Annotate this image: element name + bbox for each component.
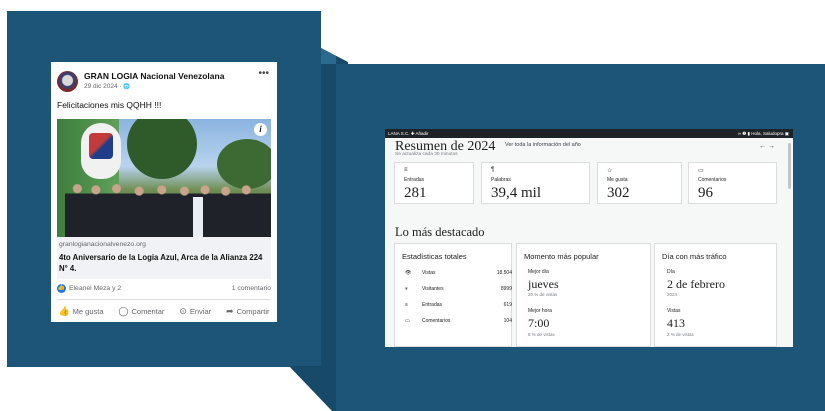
row-value: 619 — [503, 302, 512, 308]
people-icon: ⩔ — [405, 286, 408, 292]
totals-box: Estadísticas totales 👁 Vistas 18.504 ⩔ V… — [394, 243, 512, 347]
photo-emblem — [81, 123, 121, 179]
stat-label: Comentarios — [698, 177, 727, 183]
star-icon: ☆ — [607, 168, 613, 174]
stat-label: Entradas — [404, 177, 425, 183]
stat-label: Palabras — [491, 177, 511, 183]
post-actions: 👍 Me gusta ◯ Comentar ⊙ Enviar ➦ Compartir — [51, 304, 277, 318]
row-label: Entradas — [422, 302, 443, 308]
period-nav-arrows[interactable]: ← → — [759, 143, 775, 150]
photo-people — [65, 175, 271, 237]
link-title: 4to Aniversario de la Logia Azul, Arca d… — [59, 253, 263, 273]
share-button[interactable]: ➦ Compartir — [226, 304, 269, 318]
best-day-value: jueves — [528, 277, 559, 291]
admin-bar: LANA S.C. ✚ Añadir ∞ ❷ ▮ Hola, Saludopra… — [385, 129, 793, 138]
paragraph-icon: ¶ — [491, 167, 495, 173]
post-text: Felicitaciones mis QQHH !!! — [57, 100, 162, 110]
reaction-stats: 👍 Eleanel Meza y 2 1 comentario — [57, 284, 271, 296]
post-date: 29 dic 2024 · 🌐 — [84, 83, 130, 90]
totals-row: 👁 Vistas 18.504 — [402, 270, 512, 279]
posts-icon: ≡ — [404, 167, 408, 173]
traffic-views-label: Vistas — [667, 308, 681, 314]
row-label: Visitantes — [422, 286, 444, 292]
like-label: Me gusta — [72, 306, 104, 316]
traffic-day-label: Día — [667, 269, 675, 275]
posts-icon: ≡ — [405, 302, 408, 308]
stat-value: 39,4 mil — [491, 185, 542, 201]
row-label: Vistas — [422, 270, 436, 276]
stat-card-comments: ▭ Comentarios 96 — [688, 162, 777, 204]
best-hour-label: Mejor hora — [528, 308, 552, 314]
link-preview[interactable]: granlogianacionalvenezo.org 4to Aniversa… — [57, 237, 271, 279]
update-note: Se actualiza cada 30 minutos — [395, 152, 458, 157]
globe-icon: 🌐 — [123, 84, 131, 90]
stat-card-posts: ≡ Entradas 281 — [394, 162, 474, 204]
send-button[interactable]: ⊙ Enviar — [179, 304, 211, 318]
totals-row: ⩔ Visitantes 8999 — [402, 286, 512, 295]
divider — [57, 299, 271, 300]
comment-button[interactable]: ◯ Comentar — [118, 304, 164, 318]
post-photo[interactable]: i — [57, 119, 271, 237]
like-button[interactable]: 👍 Me gusta — [58, 304, 103, 318]
row-value: 104 — [503, 318, 512, 324]
like-badge-icon: 👍 — [57, 284, 66, 293]
panel-shadow-top — [321, 48, 336, 64]
link-domain: granlogianacionalvenezo.org — [59, 241, 146, 248]
highlights-heading: Lo más destacado — [395, 225, 485, 239]
totals-row: ≡ Entradas 619 — [402, 302, 512, 311]
totals-row: ▭ Comentarios 104 — [402, 318, 512, 327]
page-avatar[interactable] — [57, 71, 78, 92]
popular-box: Momento más popular Mejor día jueves 20 … — [516, 243, 651, 347]
comment-icon: ▭ — [405, 318, 410, 324]
page-name[interactable]: GRAN LOGIA Nacional Venezolana — [84, 71, 224, 81]
traffic-title: Día con más tráfico — [662, 252, 727, 261]
wordpress-stats-screen: LANA S.C. ✚ Añadir ∞ ❷ ▮ Hola, Saludopra… — [385, 129, 793, 347]
admin-bar-left[interactable]: LANA S.C. ✚ Añadir — [388, 131, 429, 137]
traffic-views-value: 413 — [667, 316, 685, 330]
messenger-icon: ⊙ — [179, 305, 187, 316]
send-label: Enviar — [189, 306, 212, 316]
photo-tree — [127, 119, 197, 179]
comment-icon: ▭ — [698, 168, 704, 174]
best-day-label: Mejor día — [528, 269, 549, 275]
share-label: Compartir — [236, 306, 270, 316]
stat-card-words: ¶ Palabras 39,4 mil — [481, 162, 590, 204]
scrollbar[interactable] — [788, 143, 791, 189]
view-all-link[interactable]: Ver toda la información del año — [505, 142, 581, 148]
traffic-day-sub: 2024 — [667, 292, 678, 297]
traffic-day-value: 2 de febrero — [667, 277, 725, 291]
row-value: 8999 — [500, 286, 512, 292]
traffic-box: Día con más tráfico Día 2 de febrero 202… — [654, 243, 777, 347]
comment-icon: ◯ — [118, 305, 129, 316]
stat-value: 302 — [607, 185, 630, 201]
totals-title: Estadísticas totales — [402, 252, 467, 261]
popular-title: Momento más popular — [524, 252, 599, 261]
reactors[interactable]: Eleanel Meza y 2 — [69, 285, 121, 292]
best-day-sub: 20 % de vistas — [528, 292, 558, 297]
stat-value: 281 — [404, 185, 427, 201]
best-hour-sub: 8 % de vistas — [528, 332, 555, 337]
stat-label: Me gusta — [607, 177, 628, 183]
share-icon: ➦ — [226, 305, 234, 316]
stat-card-likes: ☆ Me gusta 302 — [597, 162, 682, 204]
eye-icon: 👁 — [405, 270, 412, 276]
admin-bar-right[interactable]: ∞ ❷ ▮ Hola, Saludopra ▣ — [738, 131, 789, 137]
row-value: 18.504 — [496, 270, 512, 276]
comment-label: Comentar — [131, 306, 165, 316]
row-label: Comentarios — [422, 318, 451, 324]
post-date-text: 29 dic 2024 · — [84, 83, 124, 90]
stat-value: 96 — [698, 185, 713, 201]
info-icon[interactable]: i — [254, 123, 267, 136]
more-options-icon[interactable]: ••• — [258, 68, 269, 79]
facebook-post-card: GRAN LOGIA Nacional Venezolana 29 dic 20… — [51, 62, 277, 322]
best-hour-value: 7:00 — [528, 316, 550, 330]
comment-count[interactable]: 1 comentario — [232, 285, 271, 292]
thumbs-up-icon: 👍 — [58, 305, 70, 316]
traffic-views-sub: 2 % de vistas — [667, 332, 694, 337]
